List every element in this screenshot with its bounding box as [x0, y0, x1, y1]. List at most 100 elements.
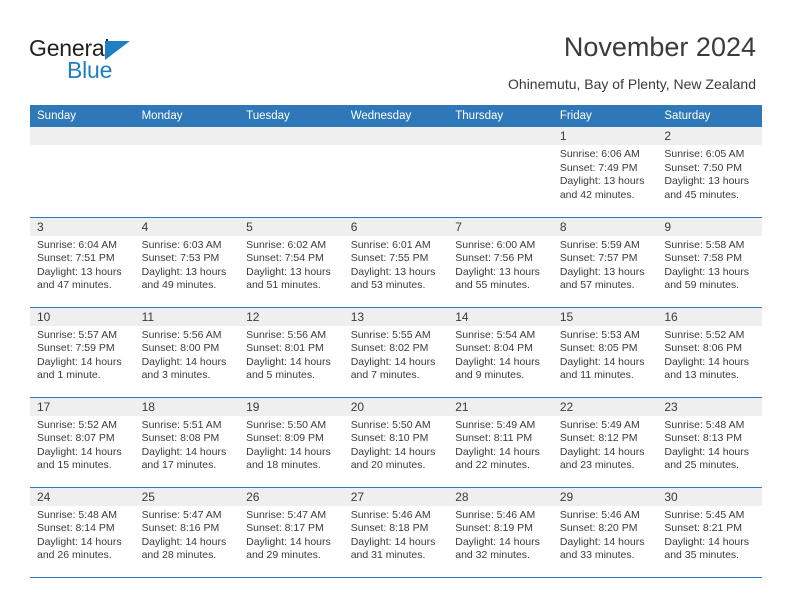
- sunset-time: Sunset: 7:56 PM: [455, 252, 533, 265]
- day-number: 22: [552, 397, 658, 416]
- sunset-time: Sunset: 8:07 PM: [37, 432, 115, 445]
- daylight-duration-line1: Daylight: 13 hours: [455, 265, 540, 278]
- sunrise-time: Sunrise: 5:46 AM: [350, 508, 431, 521]
- daylight-duration-line2: and 59 minutes.: [664, 279, 740, 292]
- daylight-duration-line1: Daylight: 14 hours: [350, 445, 436, 458]
- daylight-duration-line2: and 45 minutes.: [664, 188, 740, 201]
- calendar-day-cell[interactable]: 23 Sunrise: 5:48 AM Sunset: 8:13 PM Dayligh…: [657, 397, 762, 488]
- calendar-day-cell[interactable]: 3 Sunrise: 6:04 AM Sunset: 7:51 PM Daylight…: [30, 217, 135, 308]
- calendar-day-cell[interactable]: 24 Sunrise: 5:48 AM Sunset: 8:14 PM Dayligh…: [30, 487, 135, 578]
- calendar-grid: Sunday Monday Tuesday Wednesday Thursday…: [30, 105, 762, 578]
- calendar-day-cell[interactable]: 27 Sunrise: 5:46 AM Sunset: 8:18 PM Dayligh…: [343, 487, 449, 578]
- calendar-day-cell[interactable]: 17 Sunrise: 5:52 AM Sunset: 8:07 PM Dayligh…: [30, 397, 135, 488]
- calendar-week-row: 3 Sunrise: 6:04 AM Sunset: 7:51 PM Daylight…: [30, 217, 762, 308]
- day-number: 26: [239, 487, 344, 506]
- day-details: Sunrise: 5:52 AM Sunset: 8:06 PM Daylight:…: [657, 326, 762, 383]
- sunrise-time: Sunrise: 5:50 AM: [350, 418, 431, 431]
- day-number: [343, 127, 449, 145]
- calendar-day-cell[interactable]: 12 Sunrise: 5:56 AM Sunset: 8:01 PM Dayligh…: [239, 307, 344, 398]
- calendar-day-cell[interactable]: 18 Sunrise: 5:51 AM Sunset: 8:08 PM Dayligh…: [134, 397, 240, 488]
- calendar-cell-empty: [30, 127, 135, 218]
- sunrise-time: Sunrise: 5:53 AM: [559, 328, 640, 341]
- calendar-week-row: 10 Sunrise: 5:57 AM Sunset: 7:59 PM Dayligh…: [30, 307, 762, 398]
- day-number: [448, 127, 553, 145]
- daylight-duration-line2: and 11 minutes.: [559, 369, 634, 382]
- day-number: 11: [134, 307, 240, 326]
- sunset-time: Sunset: 8:08 PM: [141, 432, 220, 445]
- weekday-header-saturday: Saturday: [657, 105, 762, 127]
- daylight-duration-line1: Daylight: 14 hours: [37, 535, 122, 548]
- title-block: November 2024 Ohinemutu, Bay of Plenty, …: [508, 31, 756, 93]
- daylight-duration-line1: Daylight: 13 hours: [350, 265, 436, 278]
- day-details: Sunrise: 5:57 AM Sunset: 7:59 PM Daylight:…: [30, 326, 135, 383]
- day-number: 29: [552, 487, 658, 506]
- sunset-time: Sunset: 8:16 PM: [141, 522, 220, 535]
- sunset-time: Sunset: 7:49 PM: [559, 161, 638, 174]
- calendar-day-cell[interactable]: 2 Sunrise: 6:05 AM Sunset: 7:50 PM Daylight…: [657, 127, 762, 218]
- calendar-day-cell[interactable]: 19 Sunrise: 5:50 AM Sunset: 8:09 PM Dayligh…: [239, 397, 344, 488]
- day-details: Sunrise: 5:54 AM Sunset: 8:04 PM Daylight:…: [448, 326, 553, 383]
- sunrise-time: Sunrise: 5:47 AM: [246, 508, 327, 521]
- daylight-duration-line1: Daylight: 14 hours: [455, 445, 540, 458]
- calendar-day-cell[interactable]: 8 Sunrise: 5:59 AM Sunset: 7:57 PM Daylight…: [552, 217, 658, 308]
- calendar-body: 1 Sunrise: 6:06 AM Sunset: 7:49 PM Daylight…: [30, 127, 762, 578]
- day-details: Sunrise: 5:49 AM Sunset: 8:11 PM Daylight:…: [448, 416, 553, 473]
- day-details: Sunrise: 5:52 AM Sunset: 8:07 PM Daylight:…: [30, 416, 135, 473]
- day-number: 24: [30, 487, 135, 506]
- calendar-day-cell[interactable]: 9 Sunrise: 5:58 AM Sunset: 7:58 PM Daylight…: [657, 217, 762, 308]
- day-number: 30: [657, 487, 762, 506]
- calendar-day-cell[interactable]: 4 Sunrise: 6:03 AM Sunset: 7:53 PM Daylight…: [134, 217, 240, 308]
- sunrise-time: Sunrise: 5:52 AM: [37, 418, 117, 431]
- sunset-time: Sunset: 7:57 PM: [559, 252, 638, 265]
- sunrise-time: Sunrise: 5:47 AM: [141, 508, 222, 521]
- calendar-day-cell[interactable]: 10 Sunrise: 5:57 AM Sunset: 7:59 PM Dayligh…: [30, 307, 135, 398]
- calendar-day-cell[interactable]: 25 Sunrise: 5:47 AM Sunset: 8:16 PM Dayligh…: [134, 487, 240, 578]
- daylight-duration-line1: Daylight: 14 hours: [664, 445, 750, 458]
- calendar-day-cell[interactable]: 1 Sunrise: 6:06 AM Sunset: 7:49 PM Daylight…: [552, 127, 658, 218]
- general-blue-logo[interactable]: General Blue: [29, 36, 164, 84]
- calendar-day-cell[interactable]: 13 Sunrise: 5:55 AM Sunset: 8:02 PM Dayligh…: [343, 307, 449, 398]
- calendar-day-cell[interactable]: 11 Sunrise: 5:56 AM Sunset: 8:00 PM Dayligh…: [134, 307, 240, 398]
- day-details: Sunrise: 5:50 AM Sunset: 8:09 PM Daylight:…: [239, 416, 344, 473]
- calendar-day-cell[interactable]: 16 Sunrise: 5:52 AM Sunset: 8:06 PM Dayligh…: [657, 307, 762, 398]
- daylight-duration-line2: and 7 minutes.: [350, 369, 420, 382]
- weekday-header-friday: Friday: [552, 105, 658, 127]
- calendar-day-cell[interactable]: 15 Sunrise: 5:53 AM Sunset: 8:05 PM Dayligh…: [552, 307, 658, 398]
- day-number: 8: [552, 217, 658, 236]
- daylight-duration-line2: and 3 minutes.: [141, 369, 211, 382]
- calendar-day-cell[interactable]: 21 Sunrise: 5:49 AM Sunset: 8:11 PM Dayligh…: [448, 397, 553, 488]
- day-number: 20: [343, 397, 449, 416]
- location-subtitle: Ohinemutu, Bay of Plenty, New Zealand: [508, 76, 756, 92]
- calendar-day-cell[interactable]: 28 Sunrise: 5:46 AM Sunset: 8:19 PM Dayligh…: [448, 487, 553, 578]
- day-number: 12: [239, 307, 344, 326]
- sunset-time: Sunset: 8:20 PM: [559, 522, 638, 535]
- daylight-duration-line1: Daylight: 14 hours: [246, 355, 331, 368]
- calendar-day-cell[interactable]: 26 Sunrise: 5:47 AM Sunset: 8:17 PM Dayligh…: [239, 487, 344, 578]
- daylight-duration-line2: and 53 minutes.: [350, 279, 426, 292]
- daylight-duration-line2: and 15 minutes.: [37, 459, 112, 472]
- sunrise-time: Sunrise: 5:57 AM: [37, 328, 117, 341]
- daylight-duration-line2: and 57 minutes.: [559, 279, 635, 292]
- daylight-duration-line2: and 55 minutes.: [455, 279, 530, 292]
- sunset-time: Sunset: 8:14 PM: [37, 522, 115, 535]
- day-number: 3: [30, 217, 135, 236]
- daylight-duration-line1: Daylight: 14 hours: [246, 445, 331, 458]
- calendar-day-cell[interactable]: 29 Sunrise: 5:46 AM Sunset: 8:20 PM Dayligh…: [552, 487, 658, 578]
- daylight-duration-line1: Daylight: 14 hours: [350, 535, 436, 548]
- day-number: 27: [343, 487, 449, 506]
- calendar-day-cell[interactable]: 14 Sunrise: 5:54 AM Sunset: 8:04 PM Dayligh…: [448, 307, 553, 398]
- calendar-week-row: 1 Sunrise: 6:06 AM Sunset: 7:49 PM Daylight…: [30, 127, 762, 218]
- calendar-day-cell[interactable]: 7 Sunrise: 6:00 AM Sunset: 7:56 PM Daylight…: [448, 217, 553, 308]
- calendar-day-cell[interactable]: 20 Sunrise: 5:50 AM Sunset: 8:10 PM Dayligh…: [343, 397, 449, 488]
- daylight-duration-line1: Daylight: 14 hours: [559, 355, 645, 368]
- day-number: 28: [448, 487, 553, 506]
- daylight-duration-line1: Daylight: 14 hours: [455, 355, 540, 368]
- calendar-day-cell[interactable]: 6 Sunrise: 6:01 AM Sunset: 7:55 PM Daylight…: [343, 217, 449, 308]
- daylight-duration-line2: and 25 minutes.: [664, 459, 740, 472]
- calendar-day-cell[interactable]: 5 Sunrise: 6:02 AM Sunset: 7:54 PM Daylight…: [239, 217, 344, 308]
- daylight-duration-line1: Daylight: 14 hours: [141, 535, 227, 548]
- calendar-day-cell[interactable]: 22 Sunrise: 5:49 AM Sunset: 8:12 PM Dayligh…: [552, 397, 658, 488]
- calendar-day-cell[interactable]: 30 Sunrise: 5:45 AM Sunset: 8:21 PM Dayligh…: [657, 487, 762, 578]
- sunset-time: Sunset: 8:18 PM: [350, 522, 429, 535]
- day-details: Sunrise: 5:49 AM Sunset: 8:12 PM Daylight:…: [553, 416, 658, 473]
